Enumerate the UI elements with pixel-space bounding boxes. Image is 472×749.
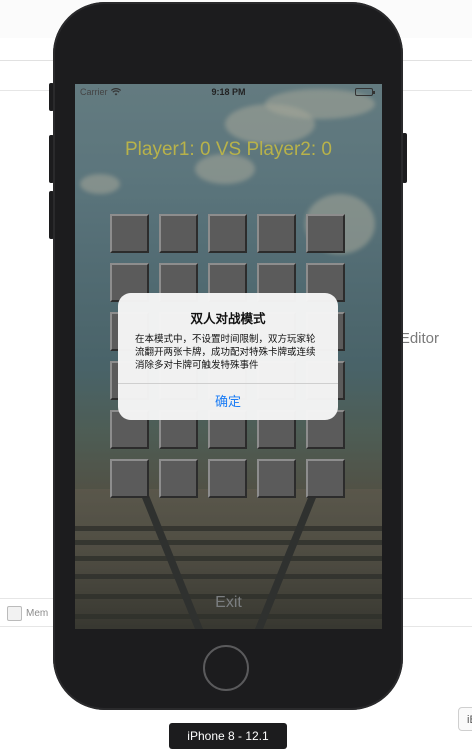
card[interactable]	[110, 459, 149, 498]
xcode-simulator-window: Editor Mem iB Carrier	[0, 0, 472, 749]
status-bar: Carrier 9:18 PM	[75, 84, 382, 102]
alert-message: 在本模式中，不设置时间限制，双方玩家轮流翻开两张卡牌，成功配对特殊卡牌或连续消除…	[135, 334, 316, 371]
home-button-icon[interactable]	[203, 645, 249, 691]
card[interactable]	[257, 214, 296, 253]
status-time: 9:18 PM	[211, 87, 246, 97]
card[interactable]	[306, 214, 345, 253]
card[interactable]	[208, 214, 247, 253]
ib-button[interactable]: iB	[458, 707, 472, 731]
device-label: iPhone 8 - 12.1	[169, 723, 287, 749]
battery-icon	[355, 88, 375, 96]
app-screen: Carrier 9:18 PM Player1: 0 VS Player2: 0	[75, 84, 382, 629]
card[interactable]	[257, 459, 296, 498]
alert-dialog: 双人对战模式 在本模式中，不设置时间限制，双方玩家轮流翻开两张卡牌，成功配对特殊…	[118, 293, 338, 420]
card[interactable]	[159, 214, 198, 253]
exit-button[interactable]: Exit	[75, 594, 382, 612]
card[interactable]	[208, 459, 247, 498]
memory-label: Mem	[26, 608, 49, 619]
alert-confirm-button[interactable]: 确定	[118, 384, 338, 420]
card[interactable]	[110, 214, 149, 253]
editor-label: Editor	[399, 330, 439, 347]
memory-item[interactable]: Mem	[7, 606, 48, 621]
card[interactable]	[159, 459, 198, 498]
memory-icon	[7, 606, 22, 621]
card[interactable]	[306, 459, 345, 498]
score-label: Player1: 0 VS Player2: 0	[125, 139, 332, 160]
alert-title: 双人对战模式	[190, 312, 266, 326]
